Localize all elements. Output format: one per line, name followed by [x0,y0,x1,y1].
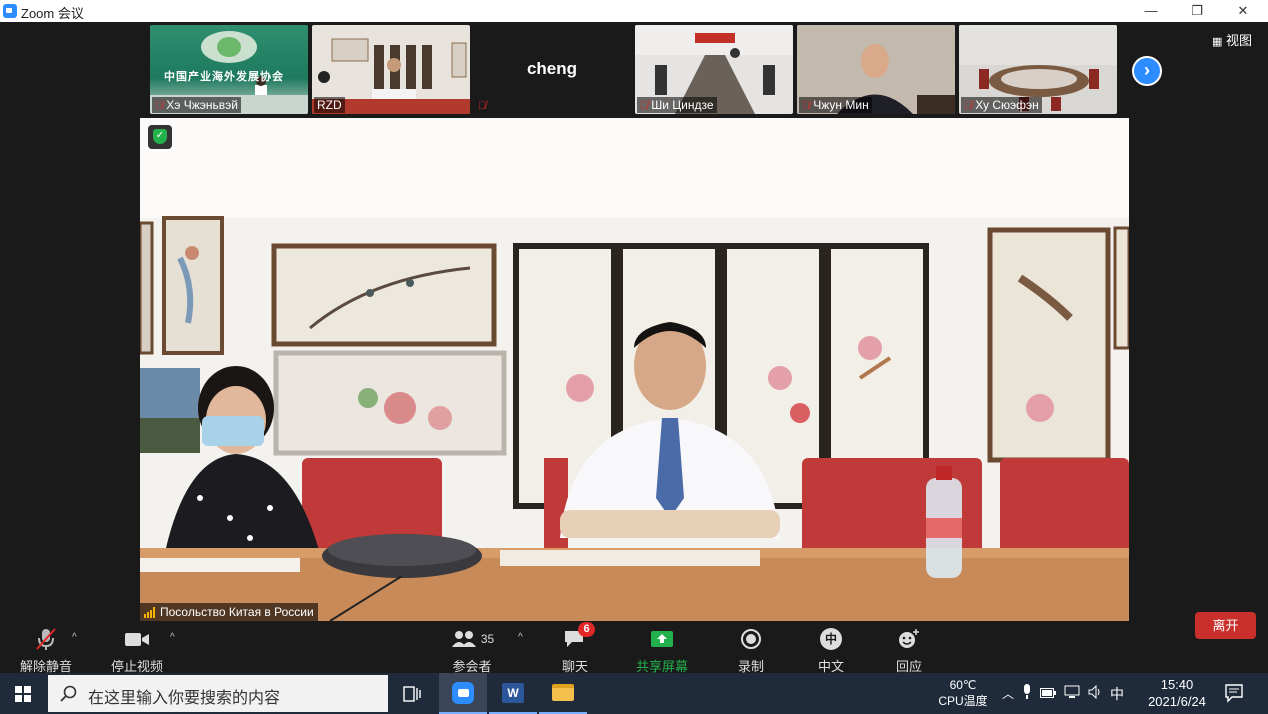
taskbar-file-explorer[interactable] [539,673,587,714]
participant-name: 🎙̸ Хэ Чжэньвэй [152,97,241,113]
participant-name: 🎙̸ [475,97,492,113]
close-button[interactable]: ✕ [1220,0,1266,22]
windows-taskbar: 在这里输入你要搜索的内容 W 60℃ CPU温度 ︿ 中 15:40 2021/… [0,673,1268,714]
participant-thumbnail[interactable]: 🎙̸ Ху Сюэфэн [959,25,1117,114]
action-center-button[interactable] [1224,683,1244,708]
notification-icon [1225,684,1243,703]
restore-button[interactable]: ❐ [1174,0,1220,22]
chevron-right-icon: › [1144,60,1150,80]
taskbar-search-input[interactable]: 在这里输入你要搜索的内容 [48,675,388,712]
language-icon: 中 [808,626,854,652]
share-screen-icon [628,626,696,652]
mic-muted-icon: 🎙̸ [640,100,649,112]
encryption-shield-icon[interactable]: ✓ [148,125,172,149]
task-view-icon [403,685,421,702]
signal-strength-icon [144,607,156,618]
volume-icon[interactable] [1088,684,1102,702]
share-screen-button[interactable]: 共享屏幕 [628,626,696,675]
participants-caret-icon[interactable]: ^ [518,632,523,643]
video-frame [140,118,1129,621]
audio-options-caret-icon[interactable]: ^ [72,632,77,643]
word-app-icon: W [502,682,524,703]
start-button[interactable] [0,673,47,714]
cpu-temperature: 60℃ CPU温度 [938,678,988,708]
participants-button[interactable]: 35 参会者 [444,626,500,675]
input-method-indicator[interactable]: 中 [1110,684,1124,704]
participant-thumbnail[interactable]: cheng 🎙̸ [473,25,631,114]
participants-icon: 35 [444,626,500,652]
taskbar-word-app[interactable]: W [489,673,537,714]
participant-name: 🎙̸ Ху Сюэфэн [961,97,1042,113]
grid-icon: ▦ [1212,36,1223,48]
search-icon [60,685,77,702]
mic-muted-icon [18,626,74,652]
minimize-button[interactable]: — [1128,0,1174,22]
mic-muted-icon: 🎙̸ [155,100,164,112]
video-options-caret-icon[interactable]: ^ [170,632,175,643]
stop-video-button[interactable]: 停止视频 [106,626,168,675]
active-speaker-name-label: Посольство Китая в России [140,603,318,621]
participant-thumbnail[interactable]: RZD [312,25,470,114]
taskbar-clock[interactable]: 15:40 2021/6/24 [1143,676,1211,710]
show-hidden-icons-icon[interactable]: ︿ [1002,685,1014,702]
reaction-icon [886,626,932,652]
participant-thumbnail[interactable]: 🎙̸ Чжун Мин [797,25,955,114]
system-tray: ︿ 中 [1002,673,1124,714]
participant-count: 35 [480,632,495,646]
task-view-button[interactable] [388,673,436,714]
leave-meeting-button[interactable]: 离开 [1195,612,1256,639]
checkmark-icon: ✓ [153,129,167,144]
video-camera-icon [106,626,168,652]
window-title-bar: Zoom 会议 — ❐ ✕ [0,0,1268,22]
unmute-button[interactable]: 解除静音 [18,626,74,675]
mic-muted-icon: 🎙̸ [478,100,487,112]
participant-display-name: cheng [526,59,578,78]
active-speaker-video [140,118,1129,621]
zoom-app-icon [3,4,17,18]
windows-logo-icon [15,686,31,702]
record-icon [728,626,774,652]
record-button[interactable]: 录制 [728,626,774,675]
participant-name: RZD [314,97,345,113]
network-icon[interactable] [1064,685,1080,702]
participant-thumbnail[interactable]: 中国产业海外发展协会 🎙̸ Хэ Чжэньвэй [150,25,308,114]
banner-text: 中国产业海外发展协会 [164,71,284,83]
battery-icon[interactable] [1040,687,1057,701]
window-title: Zoom 会议 [21,6,84,21]
microphone-icon[interactable] [1022,684,1032,703]
view-button[interactable]: ▦ 视图 [1212,30,1252,49]
zoom-meeting-area: 中国产业海外发展协会 🎙̸ Хэ Чжэньвэй RZD cheng 🎙̸ 🎙… [0,22,1268,675]
reactions-button[interactable]: 回应 [886,626,932,675]
zoom-app-icon [452,681,474,704]
chat-badge: 6 [578,622,595,637]
folder-icon [552,684,574,701]
language-button[interactable]: 中 中文 [808,626,854,675]
participant-thumbnail[interactable]: 🎙̸ Ши Циндзе [635,25,793,114]
participant-name: 🎙̸ Чжун Мин [799,97,872,113]
taskbar-zoom-app[interactable] [439,673,487,714]
mic-muted-icon: 🎙̸ [964,100,973,112]
mic-muted-icon: 🎙̸ [802,100,811,112]
next-page-button[interactable]: › [1132,56,1162,86]
participant-name: 🎙̸ Ши Циндзе [637,97,717,113]
